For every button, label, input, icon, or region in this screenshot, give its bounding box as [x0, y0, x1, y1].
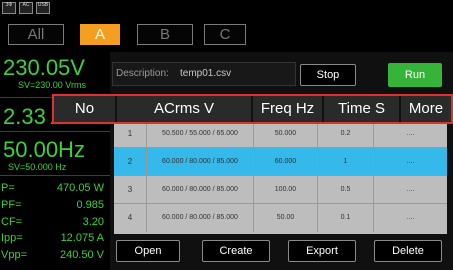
wave-icon: AC: [19, 2, 33, 14]
param-label: P=: [1, 182, 15, 194]
tab-a[interactable]: A: [80, 24, 120, 45]
cell-acrms: 60.000 / 80.000 / 85.000: [147, 148, 254, 176]
phase-icon: 3Φ: [2, 2, 16, 14]
voltage-reading: 230.05V: [3, 55, 85, 80]
cell-no: 1: [114, 120, 147, 148]
param-row: Ipp= 12.075 A: [0, 230, 110, 246]
param-label: CF=: [1, 216, 23, 228]
cell-no: 4: [114, 204, 147, 232]
param-value: 12.075 A: [60, 232, 104, 244]
cell-acrms: 60.000 / 80.000 / 85.000: [147, 204, 254, 232]
param-value: 470.05 W: [56, 182, 104, 194]
cell-no: 2: [114, 148, 147, 176]
param-row: Vpp= 240.50 V: [0, 247, 110, 263]
cell-acrms: 60.000 / 80.000 / 85.000: [147, 176, 254, 204]
cell-time: 0.1: [318, 204, 374, 232]
param-row: CF= 3.20: [0, 214, 110, 230]
cell-time: 0.2: [318, 120, 374, 148]
header-more[interactable]: More: [401, 96, 451, 122]
param-value: 0.985: [76, 199, 104, 211]
header-no[interactable]: No: [54, 96, 117, 122]
header-time[interactable]: Time S: [324, 96, 401, 122]
delete-button[interactable]: Delete: [374, 240, 442, 262]
table-row-selected[interactable]: 2 60.000 / 80.000 / 85.000 60.000 1 ....: [114, 148, 447, 176]
cell-time: 0.5: [318, 176, 374, 204]
create-button[interactable]: Create: [202, 240, 270, 262]
param-value: 240.50 V: [59, 249, 104, 261]
table-header: No ACrms V Freq Hz Time S More: [52, 94, 453, 124]
frequency-setpoint: SV=50.000 Hz: [8, 162, 67, 172]
param-row: PF= 0.985: [0, 197, 110, 213]
param-label: Ipp=: [1, 232, 23, 244]
cell-time: 1: [318, 148, 374, 176]
table-row[interactable]: 3 60.000 / 80.000 / 85.000 100.00 0.5 ..…: [114, 176, 447, 204]
tab-c[interactable]: C: [204, 24, 246, 45]
voltage-meter: 230.05V SV=230.00 Vrms: [0, 56, 110, 98]
sequence-table: 1 50.500 / 55.000 / 65.000 50.000 0.2 ..…: [114, 120, 447, 234]
voltage-setpoint: SV=230.00 Vrms: [18, 80, 86, 90]
export-button[interactable]: Export: [288, 240, 356, 262]
param-label: Vpp=: [1, 249, 27, 261]
cell-more[interactable]: ....: [374, 176, 447, 204]
run-button[interactable]: Run: [388, 63, 442, 87]
table-row[interactable]: 4 60.000 / 80.000 / 85.000 50.00 0.1 ...…: [114, 204, 447, 232]
frequency-meter: 50.00Hz SV=50.000 Hz: [0, 138, 110, 176]
cell-more[interactable]: ....: [374, 204, 447, 232]
cell-more[interactable]: ....: [374, 120, 447, 148]
tab-all[interactable]: All: [8, 24, 64, 45]
description-value: temp01.csv: [180, 68, 232, 79]
table-row[interactable]: 1 50.500 / 55.000 / 65.000 50.000 0.2 ..…: [114, 120, 447, 148]
param-label: PF=: [1, 199, 22, 211]
stop-button[interactable]: Stop: [300, 64, 356, 86]
measurement-panel: 230.05V SV=230.00 Vrms 2.33 A 50.00Hz SV…: [0, 52, 110, 270]
description-label: Description:: [116, 68, 169, 79]
cell-no: 3: [114, 176, 147, 204]
cell-acrms: 50.500 / 55.000 / 65.000: [147, 120, 254, 148]
param-value: 3.20: [82, 216, 104, 228]
header-freq[interactable]: Freq Hz: [253, 96, 324, 122]
cell-freq: 50.00: [254, 204, 318, 232]
usb-icon: USB: [36, 2, 50, 14]
cell-freq: 60.000: [254, 148, 318, 176]
open-button[interactable]: Open: [116, 240, 180, 262]
sequence-editor: Description: temp01.csv Stop Run 1 50.50…: [110, 52, 453, 270]
cell-freq: 100.00: [254, 176, 318, 204]
frequency-reading: 50.00Hz: [3, 137, 85, 162]
param-row: P= 470.05 W: [0, 180, 110, 196]
tab-b[interactable]: B: [137, 24, 193, 45]
cell-more[interactable]: ....: [374, 148, 447, 176]
cell-freq: 50.000: [254, 120, 318, 148]
header-acrms[interactable]: ACrms V: [117, 96, 253, 122]
